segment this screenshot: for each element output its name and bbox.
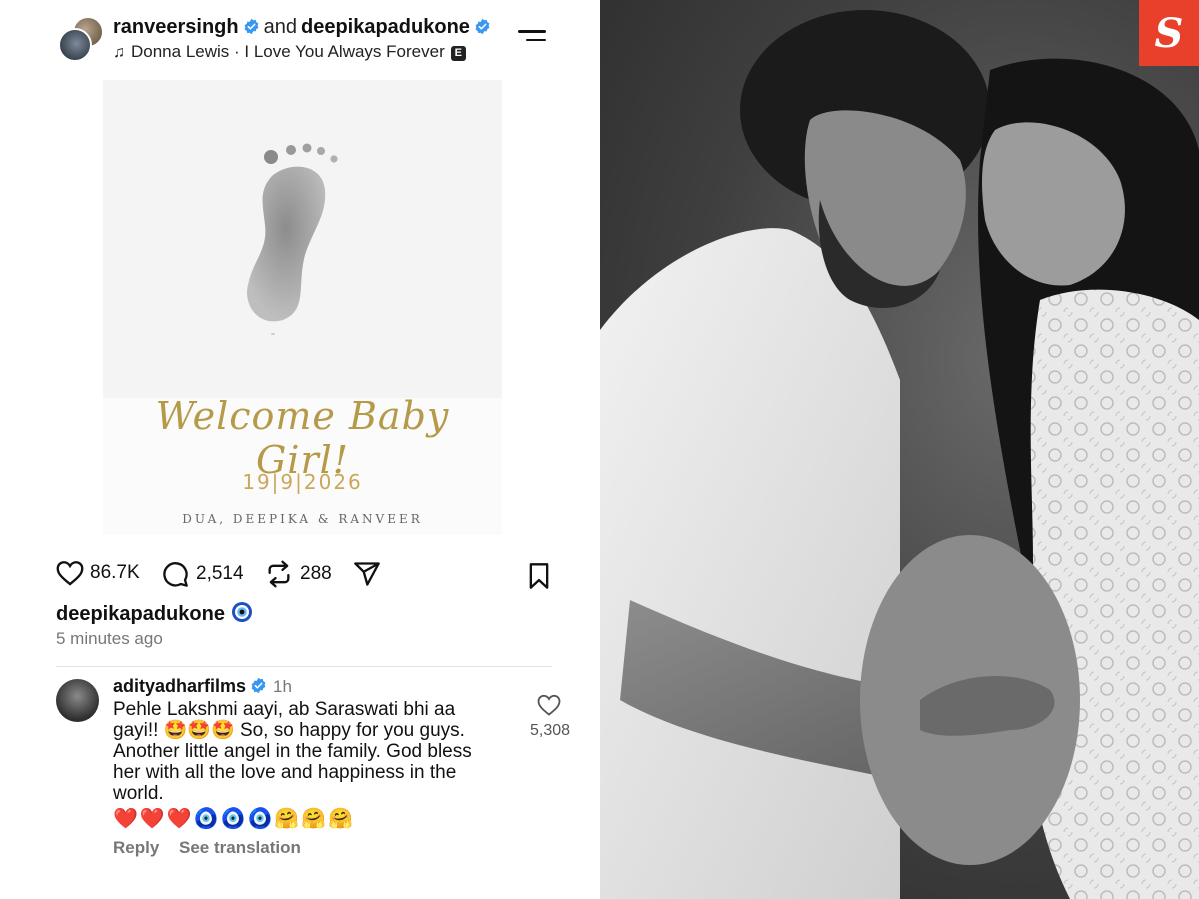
welcome-headline: Welcome Baby Girl! [155, 394, 450, 482]
instagram-post-panel: ranveersingh and deepikapadukone ♫ Donna Le… [0, 0, 600, 899]
footprint-illustration [247, 143, 338, 335]
caption: deepikapadukone [56, 601, 253, 626]
comment-like-count: 5,308 [529, 722, 571, 739]
post-time: 5 minutes ago [56, 629, 163, 648]
send-icon [354, 562, 380, 586]
couple-photo-illustration [600, 10, 1199, 899]
hamburger-menu-icon[interactable] [518, 30, 546, 48]
verified-badge-icon [244, 18, 258, 35]
comment-count: 2,514 [196, 563, 244, 584]
comment-emojis: ❤️❤️❤️🧿🧿🧿🤗🤗🤗 [113, 808, 356, 830]
birth-date: 19|9|2026 [242, 470, 363, 494]
audio-track-label: Donna Lewis · I Love You Always Forever [131, 42, 445, 61]
family-names: DUA, DEEPIKA & RANVEER [182, 512, 423, 526]
music-note-icon: ♫ [113, 44, 125, 61]
audio-track[interactable]: ♫ Donna Lewis · I Love You Always Forever… [113, 42, 466, 62]
comment-username[interactable]: adityadharfilms [113, 676, 246, 696]
post-image[interactable]: Welcome Baby Girl! 19|9|2026 DUA, DEEPIK… [103, 80, 502, 535]
avatar-deepikapadukone [58, 28, 92, 62]
heart-icon [56, 561, 84, 586]
nazar-amulet-icon [231, 602, 252, 622]
caption-username[interactable]: deepikapadukone [56, 603, 225, 625]
collab-avatars[interactable] [58, 16, 104, 62]
repost-count: 288 [300, 563, 332, 584]
comment-age: 1h [273, 677, 292, 696]
share-button[interactable] [352, 560, 388, 588]
comment-heart-icon[interactable] [537, 694, 561, 716]
comment-text: Pehle Lakshmi aayi, ab Saraswati bhi aa … [113, 699, 472, 804]
username-ranveersingh[interactable]: ranveersingh [113, 16, 239, 38]
verified-badge-icon [475, 18, 490, 35]
avatar-adityadharfilms[interactable] [56, 679, 99, 722]
like-count: 86.7K [90, 562, 140, 583]
like-button[interactable]: 86.7K [56, 560, 140, 586]
comment-icon [163, 562, 188, 587]
logo-mark-icon: S [1154, 9, 1184, 57]
post-authors: ranveersingh and deepikapadukone [113, 14, 491, 40]
couple-photo: S [600, 0, 1199, 899]
bookmark-icon[interactable] [526, 562, 552, 590]
brand-logo: S [1139, 0, 1199, 66]
comment-header: adityadharfilms 1h [113, 676, 292, 697]
reply-button[interactable]: Reply [113, 838, 159, 858]
username-deepikapadukone[interactable]: deepikapadukone [301, 16, 470, 38]
action-bar: 86.7K 2,514 288 [56, 560, 556, 590]
see-translation-button[interactable]: See translation [179, 838, 301, 858]
repost-icon [268, 560, 290, 588]
comment-button[interactable]: 2,514 [160, 560, 244, 588]
divider [56, 666, 552, 667]
and-text: and [263, 16, 297, 38]
verified-badge-icon [251, 677, 266, 694]
explicit-badge: E [450, 46, 466, 61]
repost-button[interactable]: 288 [264, 560, 332, 588]
